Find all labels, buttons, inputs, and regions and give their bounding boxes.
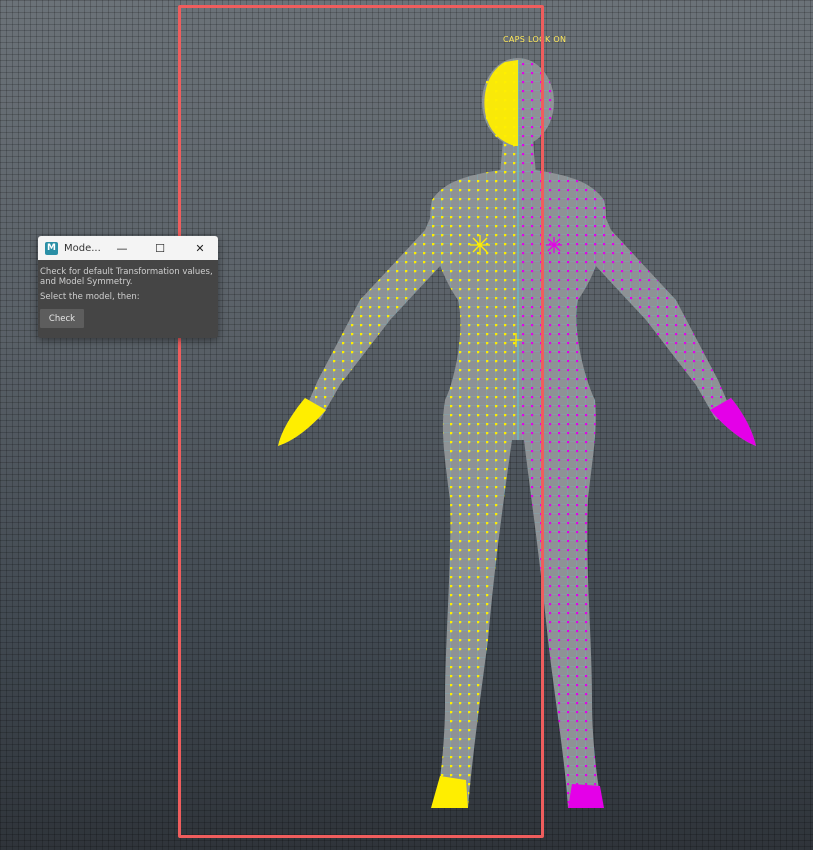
3d-viewport[interactable]: CAPS LOCK ON M Mode... — ☐ ✕ Check for d… — [0, 0, 813, 850]
maya-app-icon: M — [45, 241, 58, 255]
window-body: Check for default Transformation values,… — [38, 260, 218, 328]
window-titlebar[interactable]: M Mode... — ☐ ✕ — [38, 236, 218, 260]
viewport-scene[interactable] — [0, 0, 813, 850]
check-button[interactable]: Check — [40, 309, 84, 328]
close-icon[interactable]: ✕ — [186, 236, 214, 260]
maximize-icon[interactable]: ☐ — [146, 236, 174, 260]
window-title: Mode... — [64, 242, 101, 254]
model-checker-window[interactable]: M Mode... — ☐ ✕ Check for default Transf… — [38, 236, 218, 338]
description-line-2: and Model Symmetry. — [40, 277, 133, 287]
character-mesh[interactable] — [278, 58, 756, 808]
caps-lock-indicator: CAPS LOCK ON — [503, 35, 567, 44]
description-line-1: Check for default Transformation values, — [40, 267, 213, 277]
instruction-text: Select the model, then: — [40, 292, 140, 302]
minimize-icon[interactable]: — — [108, 236, 136, 260]
